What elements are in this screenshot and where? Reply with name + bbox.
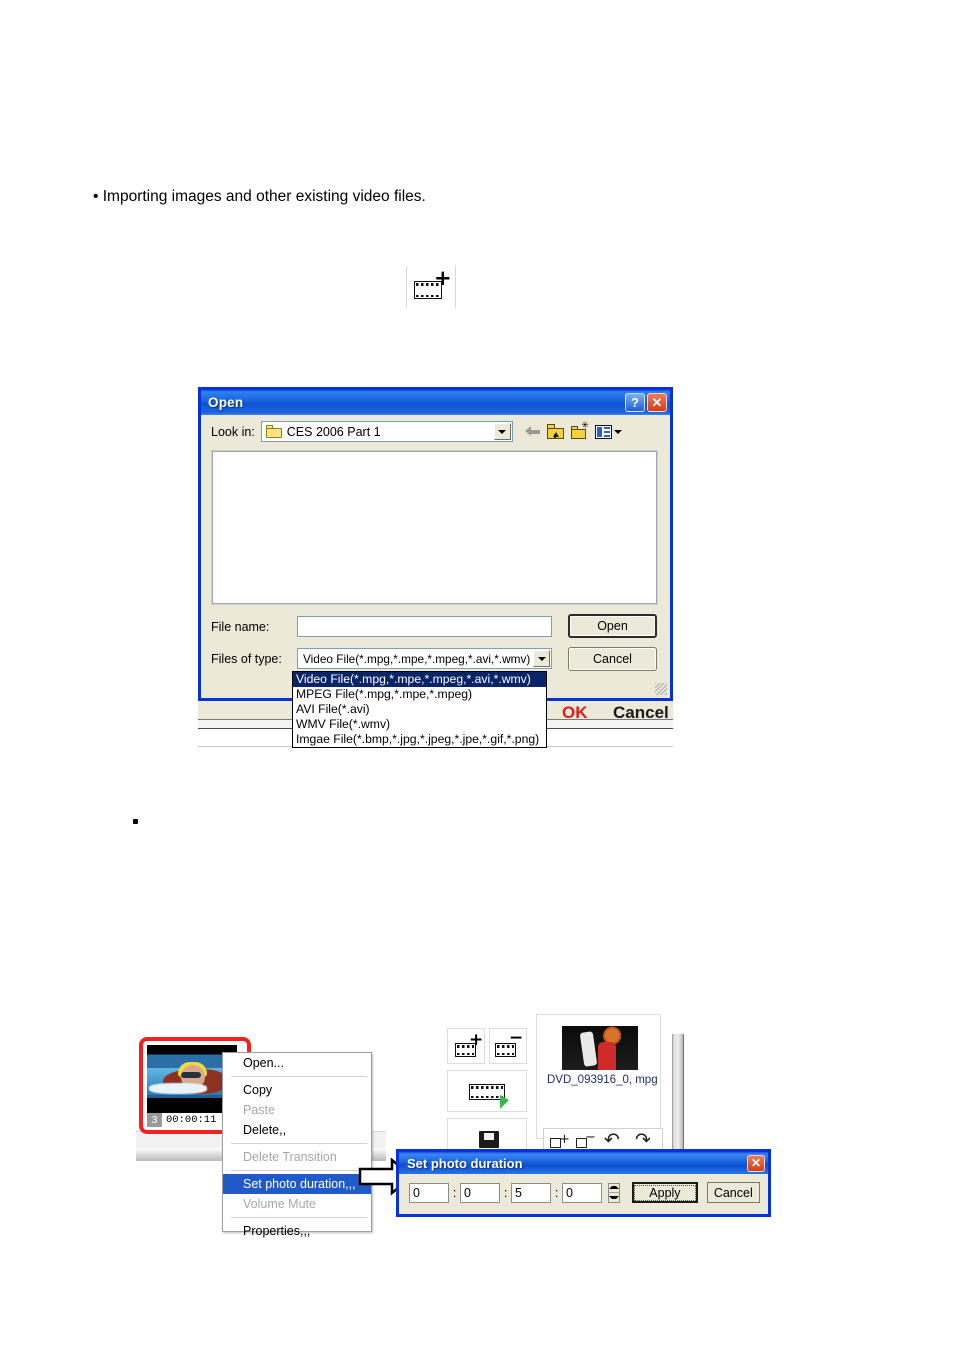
remove-clip-button[interactable]: − (489, 1028, 527, 1064)
plus-shape: + (469, 1030, 484, 1050)
files-of-type-row: Files of type: Video File(*.mpg,*.mpe,*.… (211, 648, 552, 669)
clip-meta: 3 00:00:11 (147, 1112, 216, 1127)
open-button[interactable]: Open (568, 614, 657, 638)
doc-bullet-marker-2 (133, 819, 138, 824)
set-photo-duration-title: Set photo duration (407, 1155, 523, 1171)
dropdown-option-1[interactable]: MPEG File(*.mpg,*.mpe,*.mpeg) (293, 687, 546, 702)
context-menu-item-delete-transition: Delete Transition (243, 1150, 337, 1164)
context-menu-item-set-photo-duration[interactable]: Set photo duration,,, (223, 1174, 371, 1194)
dropdown-option-3[interactable]: WMV File(*.wmv) (293, 717, 546, 732)
file-name-input[interactable] (297, 616, 552, 637)
duration-separator: : (503, 1185, 508, 1200)
context-menu-item-copy[interactable]: Copy (223, 1080, 371, 1100)
context-menu-item-properties[interactable]: Properties,,, (223, 1221, 371, 1241)
files-of-type-dropdown[interactable]: Video File(*.mpg,*.mpe,*.mpeg,*.avi,*.wm… (292, 671, 547, 748)
resize-grip-icon[interactable] (655, 683, 667, 695)
spinner-up-icon[interactable] (609, 1184, 620, 1193)
duration-minutes-input[interactable]: 0 (460, 1182, 501, 1203)
file-name-row: File name: (211, 616, 552, 637)
dropdown-option-0[interactable]: Video File(*.mpg,*.mpe,*.mpeg,*.avi,*.wm… (293, 672, 546, 687)
files-of-type-combo-arrow-icon[interactable] (533, 650, 550, 667)
look-in-combo-arrow-icon[interactable] (493, 423, 511, 440)
help-icon[interactable]: ? (625, 393, 645, 412)
minus-shape: − (585, 1130, 596, 1145)
plus-shape: + (434, 266, 452, 290)
look-in-label: Look in: (211, 424, 255, 439)
clip-number: 3 (147, 1112, 162, 1127)
look-in-row: Look in: CES 2006 Part 1 ✳ (201, 415, 670, 446)
redo-button[interactable]: ↷ (635, 1131, 651, 1150)
undo-button[interactable]: ↶ (604, 1131, 620, 1150)
close-icon[interactable]: ✕ (747, 1154, 765, 1172)
context-menu-item-volume-mute: Volume Mute (243, 1197, 316, 1211)
files-of-type-label: Files of type: (211, 651, 282, 666)
context-menu-separator (231, 1076, 367, 1077)
close-icon[interactable]: ✕ (647, 393, 667, 412)
context-menu-separator (231, 1143, 367, 1144)
spinner-down-icon[interactable] (609, 1193, 620, 1202)
set-photo-duration-body: 0 : 0 : 5 : 0 Apply Cancel (399, 1174, 768, 1212)
file-list-outer (211, 450, 658, 605)
duration-seconds-input[interactable]: 5 (511, 1182, 552, 1203)
minus-shape: − (509, 1028, 524, 1048)
doc-bullet-line-1: • Importing images and other existing vi… (93, 188, 426, 205)
open-dialog: Open ? ✕ Look in: CES 2006 Part 1 ✳ File… (198, 387, 673, 701)
add-media-button[interactable]: + (550, 1132, 570, 1149)
folder-icon (265, 425, 282, 438)
files-of-type-value: Video File(*.mpg,*.mpe,*.mpeg,*.avi,*.wm… (303, 651, 531, 666)
open-dialog-title: Open (208, 395, 244, 410)
context-menu-separator (231, 1170, 367, 1171)
floppy-label-shape (484, 1133, 494, 1140)
file-name-label: File name: (211, 619, 270, 634)
panel-splitter[interactable] (672, 1034, 684, 1158)
context-menu-item-delete[interactable]: Delete,, (223, 1120, 371, 1140)
look-in-combo[interactable]: CES 2006 Part 1 (260, 421, 513, 442)
views-icon[interactable] (594, 424, 612, 439)
up-folder-icon[interactable] (546, 424, 564, 439)
files-of-type-combo[interactable]: Video File(*.mpg,*.mpe,*.mpeg,*.avi,*.wm… (297, 648, 552, 669)
duration-spinner[interactable] (608, 1182, 621, 1203)
file-list[interactable] (212, 451, 657, 604)
dropdown-option-4[interactable]: Imgae File(*.bmp,*.jpg,*.jpeg,*.jpe,*.gi… (293, 732, 546, 747)
duration-separator: : (452, 1185, 457, 1200)
cancel-button[interactable]: Cancel (706, 1182, 761, 1203)
set-photo-duration-titlebar[interactable]: Set photo duration ✕ (399, 1152, 768, 1174)
duration-hours-input[interactable]: 0 (409, 1182, 450, 1203)
play-triangle-icon (500, 1095, 509, 1109)
context-menu-separator (231, 1217, 367, 1218)
apply-button[interactable]: Apply (632, 1182, 698, 1203)
duration-separator: : (554, 1185, 559, 1200)
remove-media-button[interactable]: − (576, 1130, 596, 1149)
add-video-file-icon[interactable]: + (406, 266, 456, 308)
open-dialog-nav-icons: ✳ (524, 422, 622, 439)
media-thumbnail-figure (598, 1042, 616, 1070)
new-folder-icon[interactable]: ✳ (570, 422, 589, 439)
duration-frames-input[interactable]: 0 (562, 1182, 603, 1203)
dropdown-option-2[interactable]: AVI File(*.avi) (293, 702, 546, 717)
context-menu-item-open[interactable]: Open... (223, 1053, 371, 1073)
plus-shape: + (559, 1132, 570, 1147)
clip-duration: 00:00:11 (166, 1113, 217, 1126)
open-dialog-titlebar[interactable]: Open ? ✕ (201, 390, 670, 415)
media-file-label: DVD_093916_0, mpg (547, 1074, 658, 1086)
cancel-button[interactable]: Cancel (568, 647, 657, 671)
views-dropdown-arrow-icon[interactable] (613, 429, 622, 434)
back-arrow-icon[interactable] (524, 426, 540, 437)
media-thumbnail[interactable] (562, 1026, 638, 1070)
clip-context-menu[interactable]: Open... Copy Paste Delete,, Delete Trans… (222, 1052, 372, 1238)
add-clip-button[interactable]: + (447, 1028, 485, 1064)
context-menu-item-paste: Paste (243, 1103, 275, 1117)
apply-button-label: Apply (634, 1184, 696, 1201)
set-photo-duration-dialog: Set photo duration ✕ 0 : 0 : 5 : 0 Apply… (396, 1149, 771, 1217)
play-clip-button[interactable] (447, 1070, 527, 1112)
look-in-value: CES 2006 Part 1 (286, 424, 381, 439)
